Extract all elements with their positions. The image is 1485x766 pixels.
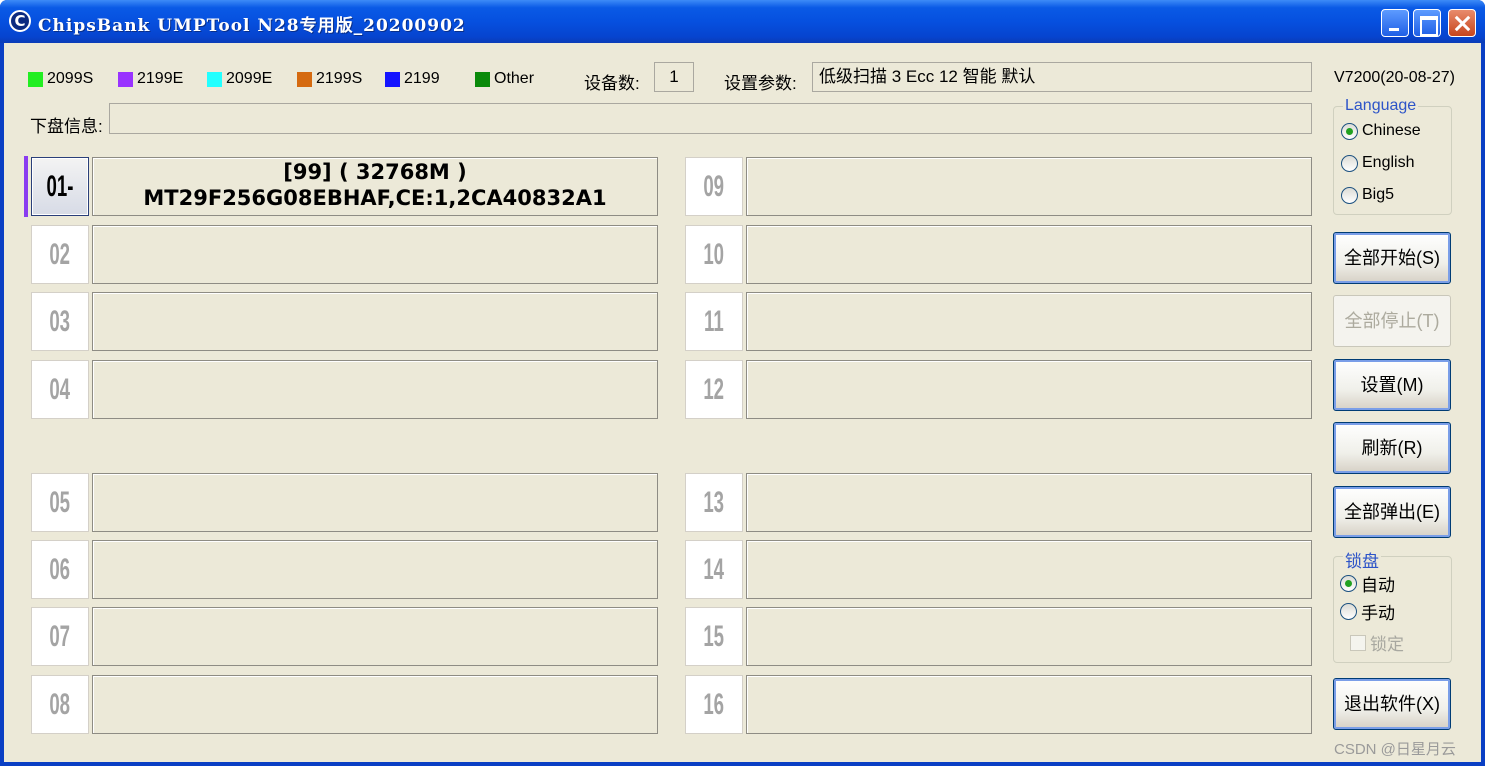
- radio-label: 手动: [1361, 604, 1395, 623]
- port-status-03: [92, 292, 658, 351]
- stop-all-button[interactable]: 全部停止(T): [1333, 295, 1451, 347]
- port-status-10: [746, 225, 1312, 284]
- port-status-02: [92, 225, 658, 284]
- lock-group-title: 锁盘: [1343, 547, 1381, 572]
- legend-swatch: [297, 71, 312, 87]
- port-button-03[interactable]: 03: [31, 292, 89, 351]
- legend-item: 2199S: [297, 70, 362, 88]
- language-radio-english[interactable]: English: [1341, 154, 1414, 172]
- port-button-08[interactable]: 08: [31, 675, 89, 734]
- lock-radio-manual[interactable]: 手动: [1340, 599, 1395, 624]
- legend-label: 2099E: [226, 70, 273, 87]
- download-info-field: [109, 103, 1312, 134]
- legend-swatch: [475, 71, 490, 87]
- port-button-15[interactable]: 15: [685, 607, 743, 666]
- legend-label: 2199S: [316, 70, 363, 87]
- active-port-indicator: [24, 156, 28, 217]
- radio-icon: [1341, 154, 1358, 172]
- port-status-04: [92, 360, 658, 419]
- version-label: V7200(20-08-27): [1334, 69, 1455, 86]
- close-button[interactable]: [1448, 9, 1476, 37]
- port-status-01: [99] ( 32768M ) MT29F256G08EBHAF,CE:1,2C…: [92, 157, 658, 216]
- window-title: ChipsBank UMPTool N28专用版_20200902: [38, 16, 466, 36]
- port-status-11: [746, 292, 1312, 351]
- radio-label: 自动: [1361, 576, 1395, 595]
- port-button-01[interactable]: 01-G: [31, 157, 89, 261]
- title-bar[interactable]: C ChipsBank UMPTool N28专用版_20200902: [0, 0, 1485, 43]
- port-button-12[interactable]: 12: [685, 360, 743, 419]
- port-button-16[interactable]: 16: [685, 675, 743, 734]
- radio-label: Chinese: [1362, 122, 1421, 139]
- port-button-05[interactable]: 05: [31, 473, 89, 532]
- port-status-05: [92, 473, 658, 532]
- checkbox-icon: [1350, 634, 1366, 651]
- port-status-15: [746, 607, 1312, 666]
- start-all-button[interactable]: 全部开始(S): [1333, 232, 1451, 284]
- legend-swatch: [207, 71, 222, 87]
- port-status-07: [92, 607, 658, 666]
- app-logo-icon: C: [9, 10, 31, 32]
- radio-icon: [1340, 603, 1357, 620]
- legend-item: Other: [475, 70, 534, 88]
- checkbox-label: 锁定: [1370, 635, 1404, 654]
- port-button-02[interactable]: 02: [31, 225, 89, 284]
- legend-label: 2199E: [137, 70, 184, 87]
- port-status-13: [746, 473, 1312, 532]
- radio-label: English: [1362, 154, 1415, 171]
- radio-selected-icon: [1340, 575, 1357, 592]
- radio-icon: [1341, 186, 1358, 204]
- port-status-16: [746, 675, 1312, 734]
- port-status-09: [746, 157, 1312, 216]
- port-button-10[interactable]: 10: [685, 225, 743, 284]
- port-button-04[interactable]: 04: [31, 360, 89, 419]
- lock-checkbox[interactable]: 锁定: [1350, 630, 1404, 655]
- lock-radio-auto[interactable]: 自动: [1340, 571, 1395, 596]
- port-flash-id-text: MT29F256G08EBHAF,CE:1,2CA40832A1: [143, 186, 607, 210]
- port-button-09[interactable]: 09: [685, 157, 743, 216]
- settings-field: 低级扫描 3 Ecc 12 智能 默认: [812, 62, 1312, 92]
- legend-label: 2099S: [47, 70, 94, 87]
- language-radio-big5[interactable]: Big5: [1341, 186, 1394, 204]
- legend-item: 2199: [385, 70, 440, 88]
- legend-label: Other: [494, 70, 535, 87]
- device-count-label: 设备数:: [584, 74, 640, 93]
- port-status-06: [92, 540, 658, 599]
- legend-item: 2199E: [118, 70, 183, 88]
- download-info-label: 下盘信息:: [30, 117, 103, 136]
- port-status-08: [92, 675, 658, 734]
- port-status-12: [746, 360, 1312, 419]
- port-status-14: [746, 540, 1312, 599]
- port-capacity-text: [99] ( 32768M ): [283, 160, 467, 184]
- radio-label: Big5: [1362, 186, 1395, 203]
- port-button-14[interactable]: 14: [685, 540, 743, 599]
- watermark-text: CSDN @日星月云: [1334, 741, 1456, 758]
- port-button-06[interactable]: 06: [31, 540, 89, 599]
- legend-item: 2099E: [207, 70, 272, 88]
- radio-selected-icon: [1341, 122, 1358, 140]
- language-group-title: Language: [1343, 97, 1419, 115]
- settings-button[interactable]: 设置(M): [1333, 359, 1451, 411]
- port-button-07[interactable]: 07: [31, 607, 89, 666]
- legend-label: 2199: [404, 70, 440, 87]
- eject-all-button[interactable]: 全部弹出(E): [1333, 486, 1451, 538]
- settings-label: 设置参数:: [724, 74, 797, 93]
- legend-swatch: [28, 71, 43, 87]
- port-button-13[interactable]: 13: [685, 473, 743, 532]
- language-radio-chinese[interactable]: Chinese: [1341, 122, 1421, 140]
- maximize-button[interactable]: [1413, 9, 1441, 37]
- legend-swatch: [118, 71, 133, 87]
- refresh-button[interactable]: 刷新(R): [1333, 422, 1451, 474]
- port-button-11[interactable]: 11: [685, 292, 743, 351]
- minimize-button[interactable]: [1381, 9, 1409, 37]
- legend-swatch: [385, 71, 400, 87]
- exit-button[interactable]: 退出软件(X): [1333, 678, 1451, 730]
- device-count-field: 1: [654, 62, 694, 92]
- legend-item: 2099S: [28, 70, 93, 88]
